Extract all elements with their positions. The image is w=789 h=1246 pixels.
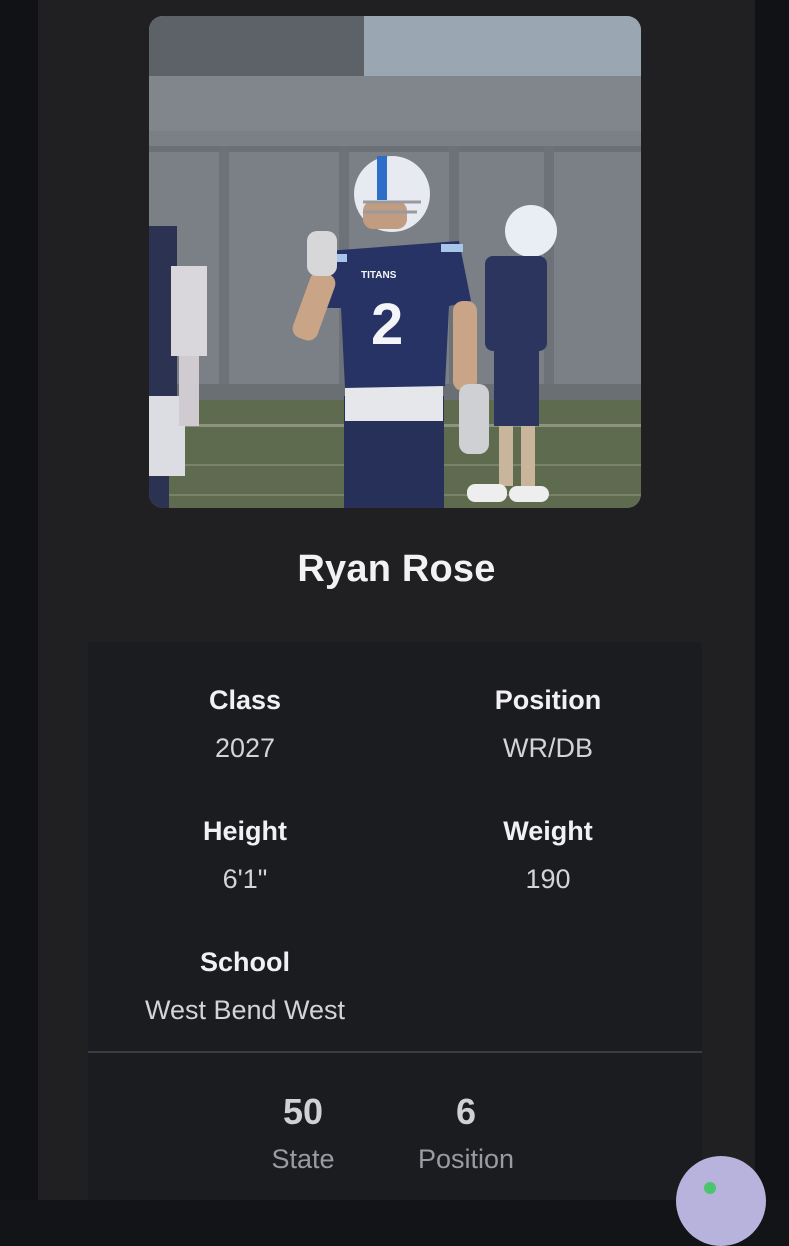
- weight-attribute: Weight 190: [403, 815, 693, 895]
- player-photo-illustration: 2 TITANS: [149, 16, 641, 508]
- player-profile-card: 2 TITANS Ryan Rose Class 2027 Position W…: [38, 0, 755, 1200]
- jersey-text: TITANS: [361, 270, 397, 281]
- weight-label: Weight: [503, 816, 593, 846]
- position-attribute: Position WR/DB: [403, 684, 693, 764]
- height-label: Height: [203, 816, 287, 846]
- state-rank-number: 50: [282, 1091, 324, 1132]
- rankings-divider: [88, 1051, 702, 1053]
- player-name: Ryan Rose: [297, 548, 496, 590]
- height-value: 6'1": [222, 864, 268, 894]
- jersey-number: 2: [371, 292, 403, 357]
- chat-bubble-icon[interactable]: [676, 1156, 766, 1246]
- height-attribute: Height 6'1": [100, 815, 390, 895]
- position-ranking: 6 Position: [386, 1091, 546, 1175]
- class-label: Class: [208, 685, 282, 715]
- online-status-dot: [704, 1182, 716, 1194]
- position-rank-number: 6: [455, 1091, 477, 1132]
- player-photo: 2 TITANS: [149, 16, 641, 508]
- position-value: WR/DB: [503, 733, 593, 763]
- weight-value: 190: [525, 864, 571, 894]
- position-rank-label: Position: [417, 1144, 515, 1174]
- player-info-panel: Class 2027 Position WR/DB Height 6'1" We…: [88, 642, 702, 1200]
- school-attribute: School West Bend West: [100, 946, 390, 1026]
- school-label: School: [199, 947, 290, 977]
- state-rank-label: State: [271, 1144, 335, 1174]
- position-label: Position: [494, 685, 602, 715]
- page-gutter-right: [755, 0, 789, 1200]
- state-ranking: 50 State: [223, 1091, 383, 1175]
- school-value: West Bend West: [144, 995, 346, 1025]
- page-gutter-left: [0, 0, 38, 1200]
- class-attribute: Class 2027: [100, 684, 390, 764]
- class-value: 2027: [214, 733, 276, 763]
